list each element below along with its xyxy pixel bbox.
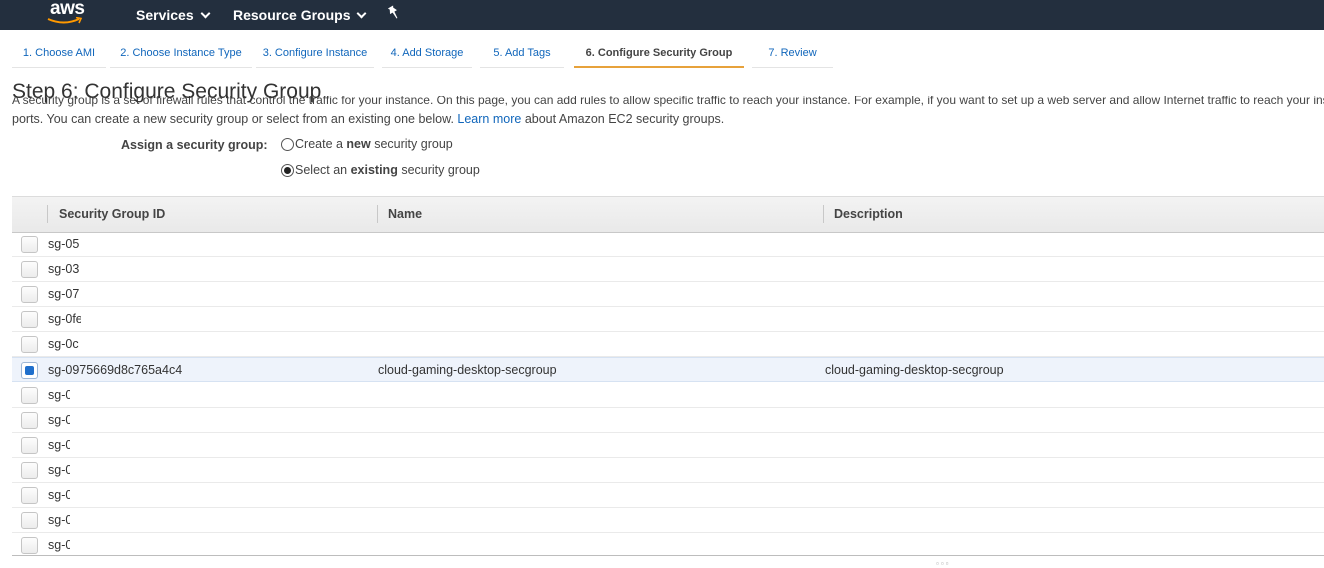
- security-group-name: cloud-gaming-desktop-secgroup: [378, 363, 557, 377]
- column-header-description[interactable]: Description: [834, 207, 903, 221]
- table-row[interactable]: sg-0: [12, 433, 1324, 458]
- tab-review[interactable]: 7. Review: [752, 40, 833, 68]
- security-group-id: sg-0: [48, 488, 70, 502]
- table-row[interactable]: sg-0: [12, 483, 1324, 508]
- table-row[interactable]: sg-0: [12, 383, 1324, 408]
- intro-text-body: ports. You can create a new security gro…: [12, 112, 454, 126]
- column-separator: [47, 205, 48, 223]
- row-checkbox[interactable]: [21, 487, 38, 504]
- row-checkbox-checked[interactable]: [21, 362, 38, 379]
- security-group-id: sg-03: [48, 262, 80, 276]
- intro-text-suffix: about Amazon EC2 security groups.: [524, 112, 725, 126]
- radio-select-label: Select an existing security group: [295, 163, 480, 177]
- security-group-id: sg-0975669d8c765a4c4: [48, 363, 183, 377]
- tab-add-storage[interactable]: 4. Add Storage: [382, 40, 472, 68]
- table-row[interactable]: sg-03: [12, 257, 1324, 282]
- security-groups-table: Security Group ID Name Description sg-05…: [12, 196, 1324, 556]
- radio-create-new-security-group[interactable]: Create a new security group: [281, 137, 453, 151]
- tab-choose-ami[interactable]: 1. Choose AMI: [12, 40, 106, 68]
- security-group-id: sg-07: [48, 287, 80, 301]
- row-checkbox[interactable]: [21, 512, 38, 529]
- tab-add-tags[interactable]: 5. Add Tags: [480, 40, 564, 68]
- table-row[interactable]: sg-0fe: [12, 307, 1324, 332]
- row-checkbox[interactable]: [21, 387, 38, 404]
- resource-groups-menu[interactable]: Resource Groups: [233, 0, 367, 30]
- row-checkbox[interactable]: [21, 462, 38, 479]
- chevron-down-icon: [357, 8, 367, 18]
- row-checkbox[interactable]: [21, 236, 38, 253]
- column-header-security-group-id[interactable]: Security Group ID: [59, 207, 165, 221]
- aws-smile-icon: [47, 17, 83, 24]
- security-group-id: sg-0: [48, 463, 70, 477]
- column-separator: [823, 205, 824, 223]
- resource-groups-menu-label: Resource Groups: [233, 7, 351, 23]
- row-checkbox[interactable]: [21, 437, 38, 454]
- security-group-description: cloud-gaming-desktop-secgroup: [825, 363, 1004, 377]
- radio-create-label: Create a new security group: [295, 137, 453, 151]
- assign-security-group-label: Assign a security group:: [121, 138, 268, 152]
- row-checkbox[interactable]: [21, 311, 38, 328]
- tab-choose-instance-type[interactable]: 2. Choose Instance Type: [110, 40, 252, 68]
- table-row[interactable]: sg-0: [12, 458, 1324, 483]
- services-menu-label: Services: [136, 7, 194, 23]
- security-group-id: sg-0: [48, 513, 70, 527]
- page-title: Step 6: Configure Security Group: [12, 80, 322, 103]
- radio-button[interactable]: [281, 137, 294, 151]
- intro-text: ports. You can create a new security gro…: [12, 112, 724, 126]
- table-row[interactable]: sg-0: [12, 408, 1324, 433]
- top-navigation-bar: aws Services Resource Groups: [0, 0, 1324, 30]
- column-separator: [377, 205, 378, 223]
- aws-logo[interactable]: aws: [46, 0, 96, 28]
- radio-button-checked[interactable]: [281, 163, 294, 177]
- column-header-name[interactable]: Name: [388, 207, 422, 221]
- security-group-id: sg-05: [48, 237, 80, 251]
- table-row[interactable]: sg-05: [12, 232, 1324, 257]
- row-checkbox[interactable]: [21, 286, 38, 303]
- row-checkbox[interactable]: [21, 261, 38, 278]
- table-header: Security Group ID Name Description: [12, 196, 1324, 233]
- tab-configure-security-group[interactable]: 6. Configure Security Group: [574, 40, 744, 68]
- resize-grip-icon[interactable]: ▫▫▫: [936, 559, 951, 568]
- security-group-id: sg-0: [48, 438, 70, 452]
- security-group-id: sg-0: [48, 538, 70, 552]
- table-bottom-border: [12, 555, 1324, 556]
- row-checkbox[interactable]: [21, 412, 38, 429]
- table-row[interactable]: sg-0c: [12, 332, 1324, 357]
- services-menu[interactable]: Services: [136, 0, 211, 30]
- pin-icon[interactable]: [386, 5, 402, 21]
- table-row-selected[interactable]: sg-0975669d8c765a4c4 cloud-gaming-deskto…: [12, 357, 1324, 382]
- chevron-down-icon: [200, 8, 211, 18]
- radio-select-existing-security-group[interactable]: Select an existing security group: [281, 163, 480, 177]
- security-group-id: sg-0: [48, 413, 70, 427]
- learn-more-link[interactable]: Learn more: [457, 112, 521, 126]
- row-checkbox[interactable]: [21, 336, 38, 353]
- security-group-id: sg-0c: [48, 337, 79, 351]
- security-group-id: sg-0fe: [48, 312, 81, 326]
- table-row[interactable]: sg-07: [12, 282, 1324, 307]
- security-group-id: sg-0: [48, 388, 70, 402]
- table-row[interactable]: sg-0: [12, 508, 1324, 533]
- tab-configure-instance[interactable]: 3. Configure Instance: [256, 40, 374, 68]
- row-checkbox[interactable]: [21, 537, 38, 554]
